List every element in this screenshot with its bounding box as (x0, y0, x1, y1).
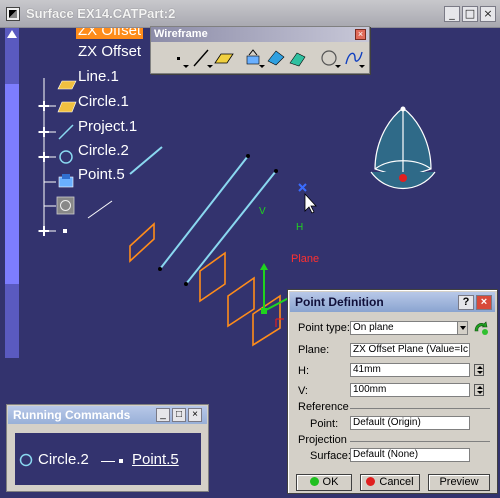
point-icon (119, 459, 123, 463)
v-spinner[interactable] (474, 384, 484, 396)
running-close-button[interactable]: × (188, 408, 202, 422)
tree-item-circle-2[interactable]: Circle.2 (78, 142, 129, 159)
dialog-close-button[interactable]: × (476, 295, 492, 310)
circle2-icon (56, 196, 75, 215)
plane-label: Plane: (298, 344, 330, 356)
surface-label: Surface: (310, 450, 351, 462)
parallel-curve-tool-icon[interactable] (287, 47, 309, 69)
help-button[interactable]: ? (458, 295, 474, 310)
running-command-point-5[interactable]: Point.5 (132, 451, 179, 468)
catia-window: Surface EX14.CATPart:2 _ □ × ZX Offset Z… (0, 0, 500, 498)
command-connector (101, 461, 115, 462)
tree-item-point-5[interactable]: Point.5 (78, 166, 125, 183)
tree-item-line-1[interactable]: Line.1 (78, 68, 119, 85)
ref-point-label: Point: (310, 418, 339, 430)
point-type-lock-icon[interactable] (472, 319, 490, 337)
running-minimize-button[interactable]: _ (156, 408, 170, 422)
point-definition-dialog: Point Definition ? × Point type: On plan… (287, 289, 498, 494)
tree-item-circle-1[interactable]: Circle.1 (78, 93, 129, 110)
circle-icon (59, 150, 73, 164)
running-commands-body: Circle.2 Point.5 (15, 433, 201, 485)
ok-button[interactable]: OK (296, 474, 352, 491)
line-tool-icon[interactable] (191, 47, 213, 69)
circle-tool-icon[interactable] (319, 47, 341, 69)
running-commands-title: Running Commands (13, 408, 131, 422)
point-tool-icon[interactable] (167, 47, 189, 69)
running-commands-panel: Running Commands _ □ × Circle.2 Point.5 (6, 404, 209, 492)
app-icon (6, 7, 20, 21)
plane-icon (57, 101, 77, 113)
toolbar-title[interactable]: Wireframe (151, 27, 369, 42)
tree-item-zx-offset-2[interactable]: ZX Offset (78, 43, 141, 60)
maximize-button[interactable]: □ (462, 6, 478, 22)
intersection-tool-icon[interactable] (265, 47, 287, 69)
plane-tool-icon[interactable] (213, 47, 235, 69)
running-command-circle-2[interactable]: Circle.2 (38, 451, 89, 468)
minimize-button[interactable]: _ (444, 6, 460, 22)
point-icon (63, 229, 67, 233)
wireframe-toolbar: Wireframe × (150, 26, 370, 74)
preview-button[interactable]: Preview (428, 474, 490, 491)
surface-field[interactable]: Default (None) (350, 448, 470, 462)
running-maximize-button[interactable]: □ (172, 408, 186, 422)
compass-icon (370, 106, 436, 190)
h-axis-label: H (296, 222, 304, 233)
ok-icon (309, 477, 319, 486)
projection-header: Projection (298, 434, 347, 446)
reference-divider (350, 408, 490, 409)
reference-header: Reference (298, 401, 349, 413)
toolbar-close-button[interactable]: × (355, 29, 366, 40)
point-type-select[interactable]: On plane (350, 321, 468, 335)
h-input[interactable]: 41mm (350, 363, 470, 377)
projection-divider (350, 441, 490, 442)
circle-icon (19, 453, 33, 467)
ref-point-field[interactable]: Default (Origin) (350, 416, 470, 430)
v-input[interactable]: 100mm (350, 383, 470, 397)
running-commands-titlebar[interactable]: Running Commands _ □ × (8, 406, 207, 424)
spline-tool-icon[interactable] (343, 47, 365, 69)
cancel-icon (366, 477, 376, 486)
h-spinner[interactable] (474, 364, 484, 376)
v-axis-label: V (259, 206, 266, 217)
mouse-cursor-icon (304, 192, 317, 214)
close-button[interactable]: × (480, 6, 496, 22)
cancel-button[interactable]: Cancel (360, 474, 420, 491)
h-label: H: (298, 365, 309, 377)
tree-item-zx-offset-1[interactable]: ZX Offset (76, 28, 144, 39)
window-titlebar[interactable]: Surface EX14.CATPart:2 _ □ × (0, 0, 500, 28)
dialog-titlebar[interactable]: Point Definition ? × (290, 292, 495, 312)
point-type-label: Point type: (298, 322, 350, 334)
chevron-down-icon[interactable] (457, 322, 467, 334)
v-label: V: (298, 385, 308, 397)
plane-icon (57, 80, 77, 90)
project-icon (58, 174, 74, 188)
window-title: Surface EX14.CATPart:2 (26, 6, 176, 21)
projection-tool-icon[interactable] (243, 47, 265, 69)
line-icon (58, 124, 74, 140)
tree-item-project-1[interactable]: Project.1 (78, 118, 137, 135)
plane-label: Plane (291, 253, 320, 265)
dialog-title: Point Definition (295, 295, 384, 309)
plane-field[interactable]: ZX Offset Plane (Value=Ic (350, 343, 470, 357)
